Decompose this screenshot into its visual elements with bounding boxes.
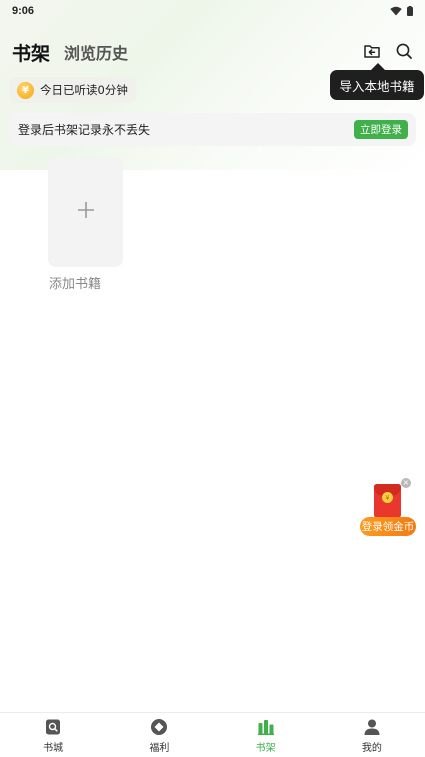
tab-bookshelf[interactable]: 书架	[12, 39, 50, 66]
header-actions	[363, 42, 413, 60]
import-folder-icon[interactable]	[363, 42, 381, 60]
import-local-books-tooltip: 导入本地书籍	[330, 70, 424, 100]
plus-icon	[76, 200, 96, 224]
close-icon[interactable]: ×	[401, 478, 411, 488]
login-now-button[interactable]: 立即登录	[354, 120, 408, 139]
bookshelf-icon	[257, 718, 275, 736]
status-time: 9:06	[12, 5, 35, 17]
nav-item-bookstore[interactable]: 书城	[0, 713, 106, 757]
status-icons	[390, 6, 413, 16]
redpacket-label: 登录领金币	[360, 517, 416, 536]
reading-time-text: 今日已听读0分钟	[40, 83, 128, 97]
nav-label-profile: 我的	[361, 743, 382, 754]
login-banner-text: 登录后书架记录永不丢失	[18, 123, 151, 137]
reading-time-chip[interactable]: ¥ 今日已听读0分钟	[9, 77, 136, 103]
wifi-icon	[390, 6, 402, 16]
redpacket-coin-icon: ¥	[382, 492, 393, 503]
status-bar: 9:06	[0, 0, 425, 22]
nav-label-bookshelf: 书架	[255, 743, 276, 754]
bottom-nav: 书城 福利 书架 我的	[0, 712, 425, 757]
nav-item-profile[interactable]: 我的	[319, 713, 425, 757]
add-book-label[interactable]: 添加书籍	[49, 273, 101, 292]
nav-label-welfare: 福利	[149, 743, 170, 754]
nav-item-welfare[interactable]: 福利	[106, 713, 212, 757]
tooltip-arrow	[371, 63, 385, 70]
tab-browse-history[interactable]: 浏览历史	[64, 40, 128, 64]
header: 书架 浏览历史	[0, 34, 425, 70]
bookstore-icon	[44, 718, 62, 736]
login-coin-redpacket[interactable]: ¥ × 登录领金币	[360, 478, 416, 538]
search-icon[interactable]	[395, 42, 413, 60]
nav-label-bookstore: 书城	[43, 743, 64, 754]
nav-item-bookshelf[interactable]: 书架	[213, 713, 319, 757]
battery-icon	[407, 6, 413, 16]
add-book-card[interactable]	[48, 157, 123, 267]
login-banner: 登录后书架记录永不丢失 立即登录	[9, 113, 416, 146]
welfare-icon	[150, 718, 168, 736]
profile-icon	[363, 718, 381, 736]
coin-icon: ¥	[17, 81, 34, 99]
